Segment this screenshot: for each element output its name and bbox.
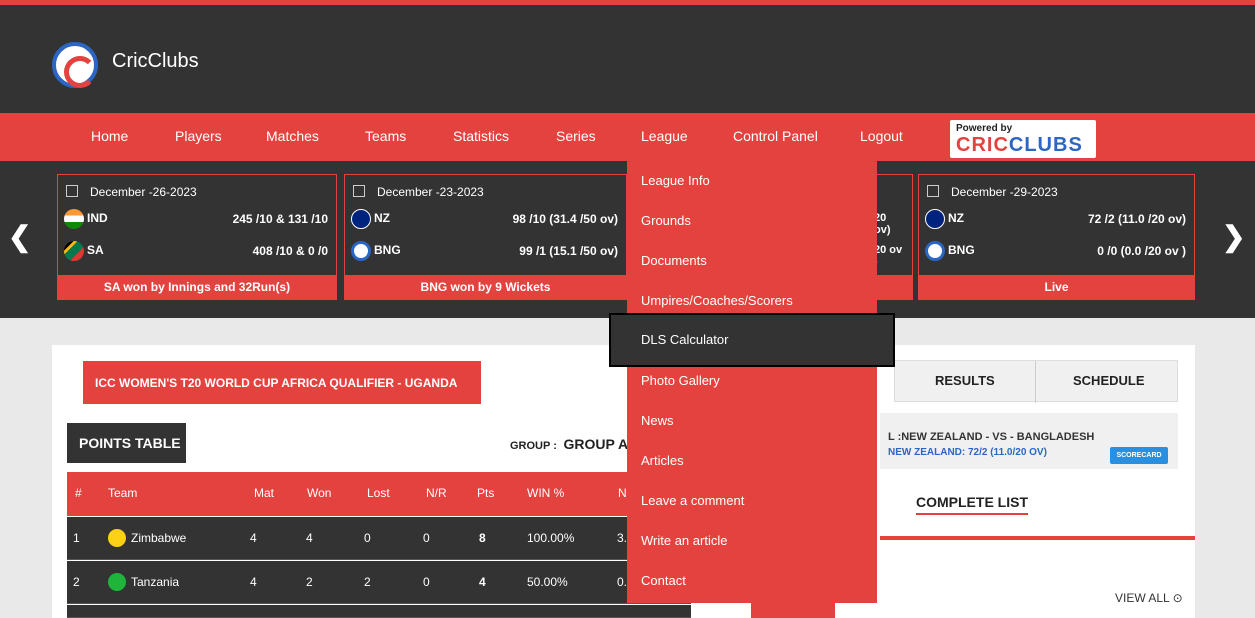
match-card[interactable]: December -23-2023 NZ 98 /10 (31.4 /50 ov)…	[344, 174, 627, 300]
menu-contact[interactable]: Contact	[627, 561, 877, 601]
match-date: December -26-2023	[90, 185, 197, 199]
cricclubs-logo-icon[interactable]	[52, 42, 98, 88]
results-schedule-tabs: RESULTS SCHEDULE	[894, 360, 1178, 403]
menu-articles[interactable]: Articles	[627, 441, 877, 481]
south-africa-flag-icon	[64, 241, 84, 261]
powered-by-logo: CRICCLUBS	[956, 134, 1083, 156]
calendar-icon	[927, 185, 939, 197]
tab-results[interactable]: RESULTS	[935, 373, 995, 388]
team-row: BNG 0 /0 (0.0 /20 ov )	[925, 241, 1188, 261]
calendar-icon	[66, 185, 78, 197]
series-title[interactable]: ICC WOMEN'S T20 WORLD CUP AFRICA QUALIFI…	[82, 360, 482, 435]
match-card[interactable]: December -26-2023 IND 245 /10 & 131 /10 S…	[57, 174, 337, 300]
nav-home[interactable]: Home	[91, 128, 128, 144]
bangladesh-logo-icon	[925, 241, 945, 261]
scorecard-button[interactable]: SCORECARD	[1110, 447, 1168, 464]
match-date: December -23-2023	[377, 185, 484, 199]
menu-news[interactable]: News	[627, 401, 877, 441]
match-result: Live	[919, 275, 1194, 299]
team-row: IND 245 /10 & 131 /10	[64, 209, 330, 229]
bangladesh-logo-icon	[351, 241, 371, 261]
nav-series[interactable]: Series	[556, 128, 596, 144]
menu-photo-gallery[interactable]: Photo Gallery	[627, 361, 877, 401]
view-all-link[interactable]: VIEW ALL ⊙	[1115, 591, 1183, 605]
zimbabwe-flag-icon	[108, 529, 126, 547]
calendar-icon	[353, 185, 365, 197]
india-flag-icon	[64, 209, 84, 229]
ticker-prev-arrow-icon[interactable]: ❮	[8, 220, 31, 253]
menu-documents[interactable]: Documents	[627, 241, 877, 281]
table-row[interactable]: 1 Zimbabwe 4 4 0 0 8 100.00% 3.	[67, 517, 691, 560]
match-card[interactable]: December -29-2023 NZ 72 /2 (11.0 /20 ov) …	[918, 174, 1195, 300]
menu-league-info[interactable]: League Info	[627, 161, 877, 201]
match-result: SA won by Innings and 32Run(s)	[58, 275, 336, 299]
group-selector[interactable]: GROUP : GROUP A	[510, 436, 628, 452]
brand-name[interactable]: CricClubs	[112, 50, 199, 73]
menu-dls-calculator[interactable]: DLS Calculator	[609, 313, 895, 367]
menu-write-article[interactable]: Write an article	[627, 521, 877, 561]
new-zealand-flag-icon	[351, 209, 371, 229]
league-dropdown-menu: League Info Grounds Documents Umpires/Co…	[609, 161, 895, 603]
nav-logout[interactable]: Logout	[860, 128, 903, 144]
ticker-next-arrow-icon[interactable]: ❯	[1222, 220, 1245, 253]
nav-teams[interactable]: Teams	[365, 128, 406, 144]
team-row: NZ 98 /10 (31.4 /50 ov)	[351, 209, 620, 229]
team-row: NZ 72 /2 (11.0 /20 ov)	[925, 209, 1188, 229]
points-table-label: POINTS TABLE	[67, 423, 186, 463]
nav-statistics[interactable]: Statistics	[453, 128, 509, 144]
nav-control-panel[interactable]: Control Panel	[733, 128, 818, 144]
nav-matches[interactable]: Matches	[266, 128, 319, 144]
team-row: SA 408 /10 & 0 /0	[64, 241, 330, 261]
tanzania-flag-icon	[108, 573, 126, 591]
nav-league[interactable]: League	[641, 128, 688, 144]
powered-by-badge[interactable]: Powered by CRICCLUBS	[950, 120, 1096, 158]
complete-list-link[interactable]: COMPLETE LIST	[916, 494, 1028, 515]
match-date: December -29-2023	[951, 185, 1058, 199]
nav-players[interactable]: Players	[175, 128, 222, 144]
table-row[interactable]: 2 Tanzania 4 2 2 0 4 50.00% 0.	[67, 561, 691, 604]
menu-leave-comment[interactable]: Leave a comment	[627, 481, 877, 521]
tab-schedule[interactable]: SCHEDULE	[1073, 373, 1145, 388]
team-row: BNG 99 /1 (15.1 /50 ov)	[351, 241, 620, 261]
new-zealand-flag-icon	[925, 209, 945, 229]
match-result: BNG won by 9 Wickets	[345, 275, 626, 299]
divider	[880, 536, 1195, 540]
menu-grounds[interactable]: Grounds	[627, 201, 877, 241]
table-row[interactable]	[67, 605, 691, 618]
powered-by-label: Powered by	[956, 123, 1013, 134]
points-table-header: # Team Mat Won Lost N/R Pts WIN % N	[67, 472, 691, 516]
